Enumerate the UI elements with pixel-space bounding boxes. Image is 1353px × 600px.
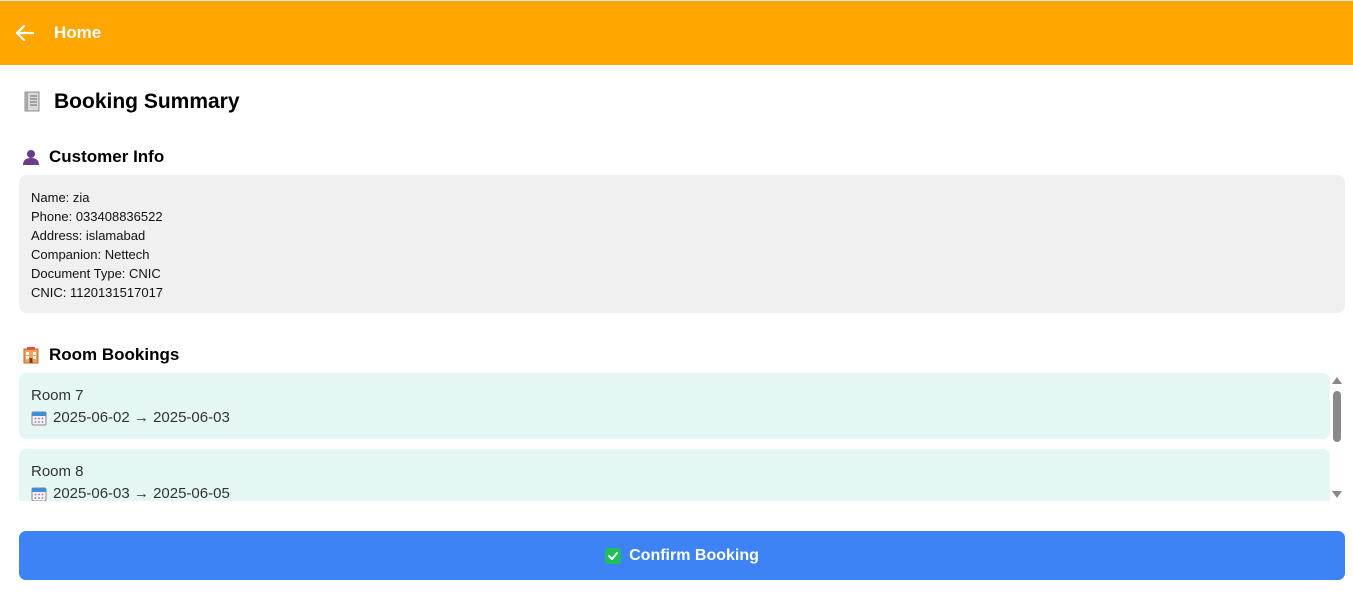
customer-name: Name: zia bbox=[31, 190, 90, 205]
page-heading: Booking Summary bbox=[22, 88, 240, 116]
confirm-booking-button[interactable]: Confirm Booking bbox=[19, 531, 1345, 580]
page-title: Booking Summary bbox=[54, 90, 240, 113]
scroll-up-icon[interactable] bbox=[1332, 377, 1342, 384]
booking-dates: 2025-06-02 → 2025-06-03 bbox=[53, 409, 230, 426]
check-box-icon bbox=[605, 547, 622, 564]
app-bar-title: Home bbox=[54, 23, 102, 42]
arrow-left-icon bbox=[16, 25, 34, 41]
room-bookings-list[interactable]: Room 7 2025-06-02 → 2025-06-03 Room 8 20… bbox=[19, 373, 1345, 501]
hotel-icon bbox=[23, 347, 39, 364]
booking-date-row: 2025-06-03 → 2025-06-05 bbox=[31, 484, 1318, 501]
customer-address: Address: islamabad bbox=[31, 228, 146, 243]
customer-info-heading: Customer Info bbox=[22, 147, 164, 167]
calendar-icon bbox=[31, 411, 47, 426]
receipt-icon bbox=[24, 91, 40, 112]
room-bookings-heading: Room Bookings bbox=[22, 345, 179, 365]
person-icon bbox=[23, 150, 39, 165]
booking-dates: 2025-06-03 → 2025-06-05 bbox=[53, 485, 230, 501]
customer-phone: Phone: 033408836522 bbox=[31, 209, 163, 224]
app-bar: Home bbox=[0, 0, 1353, 65]
booking-room: Room 8 bbox=[31, 463, 84, 480]
booking-room: Room 7 bbox=[31, 387, 84, 404]
confirm-booking-label: Confirm Booking bbox=[629, 546, 759, 564]
back-button[interactable] bbox=[0, 1, 50, 66]
bookings-scrollbar[interactable] bbox=[1329, 375, 1345, 500]
customer-cnic: CNIC: 1120131517017 bbox=[31, 285, 164, 300]
booking-date-row: 2025-06-02 → 2025-06-03 bbox=[31, 408, 1318, 428]
calendar-icon bbox=[31, 487, 47, 501]
booking-item: Room 7 2025-06-02 → 2025-06-03 bbox=[19, 373, 1330, 439]
customer-companion: Companion: Nettech bbox=[31, 247, 150, 262]
customer-info-card: Name: zia Phone: 033408836522 Address: i… bbox=[19, 175, 1345, 313]
customer-document-type: Document Type: CNIC bbox=[31, 266, 161, 281]
scroll-down-icon[interactable] bbox=[1332, 491, 1342, 498]
room-bookings-title: Room Bookings bbox=[49, 345, 180, 364]
scrollbar-thumb[interactable] bbox=[1333, 391, 1341, 442]
booking-item: Room 8 2025-06-03 → 2025-06-05 bbox=[19, 449, 1330, 501]
customer-info-title: Customer Info bbox=[49, 147, 165, 166]
